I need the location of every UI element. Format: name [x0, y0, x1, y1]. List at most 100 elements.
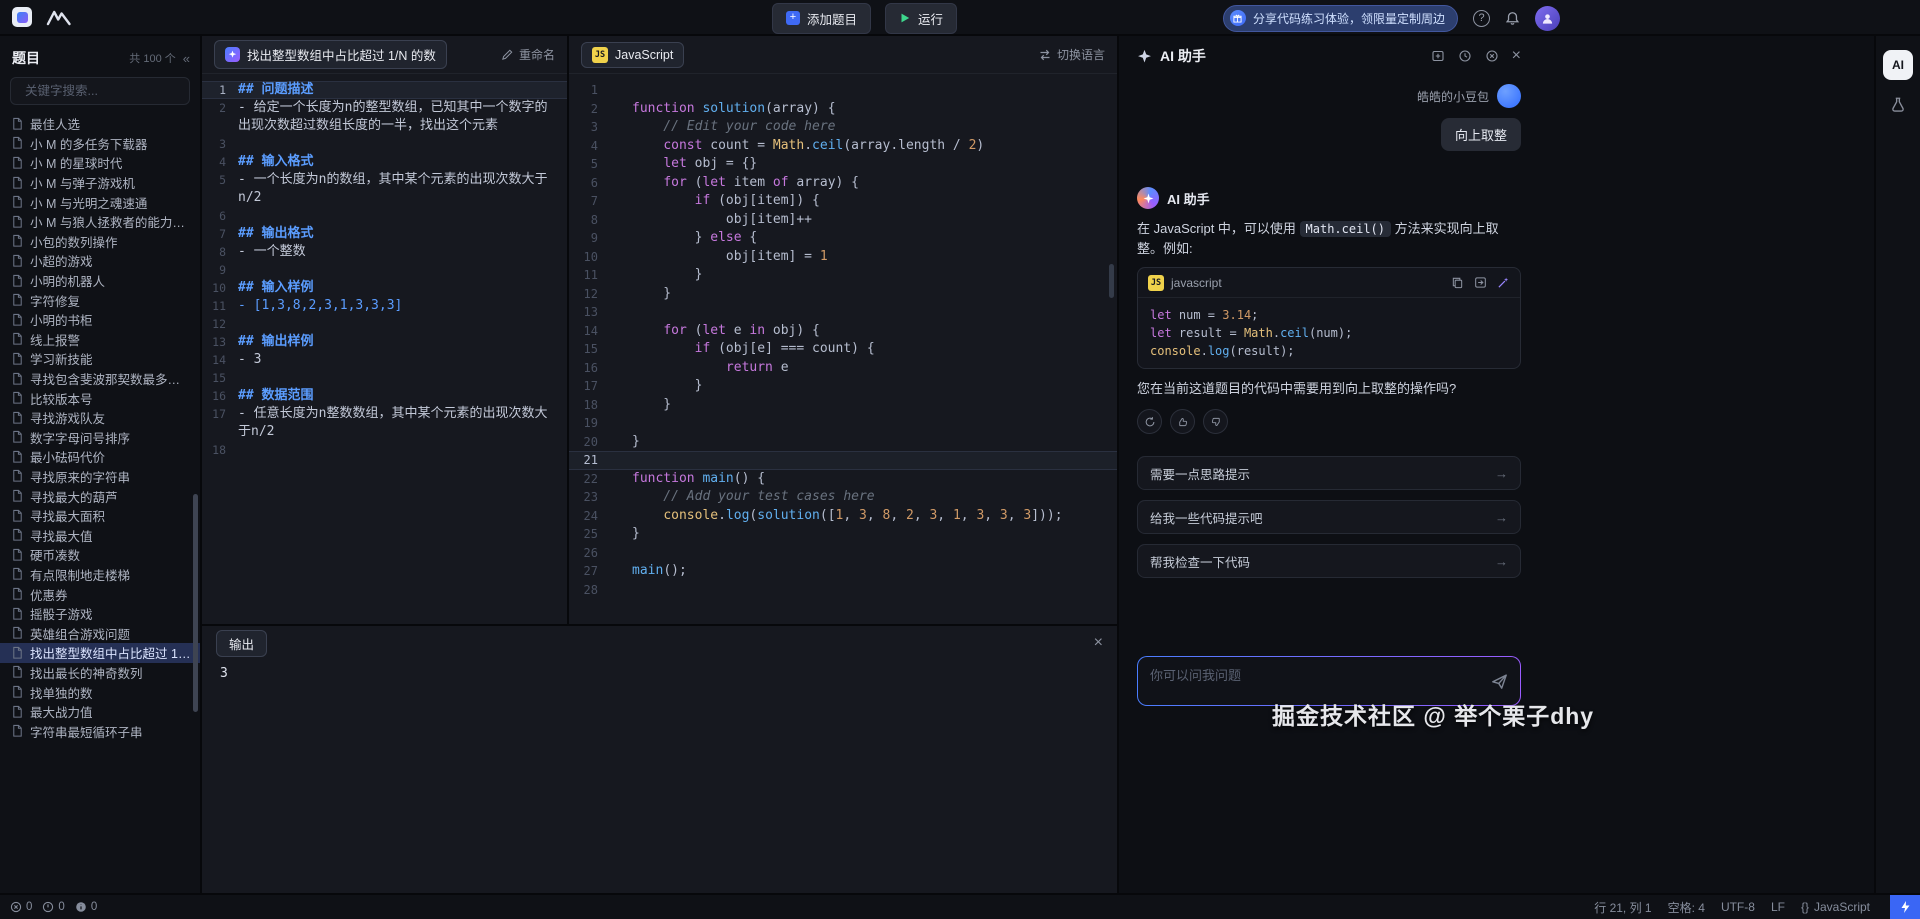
cursor-position[interactable]: 行 21, 列 1 [1594, 899, 1651, 916]
encoding[interactable]: UTF-8 [1721, 900, 1755, 914]
close-ai-icon[interactable]: × [1512, 48, 1521, 64]
suggestion-chip[interactable]: 需要一点思路提示→ [1137, 456, 1521, 490]
description-line[interactable]: 3 [202, 135, 567, 153]
indentation[interactable]: 空格: 4 [1668, 899, 1705, 916]
sidebar-item[interactable]: 最大战力值 [0, 702, 200, 722]
apply-wand-icon[interactable] [1497, 276, 1510, 289]
sidebar-item[interactable]: 小 M 的多任务下载器 [0, 134, 200, 154]
code-line[interactable]: 10 obj[item] = 1 [569, 248, 1117, 267]
description-line[interactable]: 4## 输入格式 [202, 153, 567, 171]
sidebar-item[interactable]: 寻找最大的葫芦 [0, 486, 200, 506]
code-line[interactable]: 22function main() { [569, 470, 1117, 489]
code-line[interactable]: 19 [569, 414, 1117, 433]
promo-banner[interactable]: 分享代码练习体验，领限量定制周边 [1223, 5, 1458, 32]
thumbs-up-button[interactable] [1170, 409, 1195, 434]
sidebar-scrollbar[interactable] [193, 494, 198, 712]
copy-icon[interactable] [1451, 276, 1464, 289]
collapse-sidebar-icon[interactable]: « [183, 51, 190, 66]
suggestion-chip[interactable]: 帮我检查一下代码→ [1137, 544, 1521, 578]
sidebar-item[interactable]: 英雄组合游戏问题 [0, 623, 200, 643]
sidebar-item[interactable]: 硬币凑数 [0, 545, 200, 565]
search-input[interactable] [25, 84, 186, 98]
sidebar-item[interactable]: 字符串最短循环子串 [0, 721, 200, 741]
code-line[interactable]: 24 console.log(solution([1, 3, 8, 2, 3, … [569, 507, 1117, 526]
code-line[interactable]: 14 for (let e in obj) { [569, 322, 1117, 341]
code-line[interactable]: 11 } [569, 266, 1117, 285]
code-line[interactable]: 1 [569, 81, 1117, 100]
add-problem-button[interactable]: + 添加题目 [772, 3, 871, 34]
sidebar-item[interactable]: 小 M 与弹子游戏机 [0, 173, 200, 193]
sidebar-item[interactable]: 找单独的数 [0, 682, 200, 702]
new-chat-icon[interactable] [1431, 49, 1445, 63]
code-line[interactable]: 15 if (obj[e] === count) { [569, 340, 1117, 359]
code-line[interactable]: 9 } else { [569, 229, 1117, 248]
language-mode[interactable]: {} JavaScript [1801, 900, 1870, 914]
code-line[interactable]: 6 for (let item of array) { [569, 174, 1117, 193]
sidebar-item[interactable]: 寻找原来的字符串 [0, 467, 200, 487]
code-line[interactable]: 21 [569, 451, 1117, 470]
switch-language-button[interactable]: 切换语言 [1038, 46, 1105, 63]
description-line[interactable]: 13## 输出样例 [202, 333, 567, 351]
description-line[interactable]: 7## 输出格式 [202, 225, 567, 243]
code-line[interactable]: 27main(); [569, 562, 1117, 581]
code-line[interactable]: 28 [569, 581, 1117, 600]
code-line[interactable]: 2function solution(array) { [569, 100, 1117, 119]
bell-icon[interactable] [1505, 11, 1520, 26]
description-line[interactable]: 1## 问题描述 [202, 81, 567, 99]
code-editor[interactable]: 12function solution(array) {3 // Edit yo… [569, 74, 1117, 599]
info-indicator[interactable]: 0 [75, 901, 97, 913]
sidebar-item[interactable]: 寻找包含斐波那契数最多的链表 [0, 369, 200, 389]
sidebar-item[interactable]: 优惠券 [0, 584, 200, 604]
description-line[interactable]: 9 [202, 261, 567, 279]
description-line[interactable]: 18 [202, 441, 567, 459]
description-line[interactable]: 15 [202, 369, 567, 387]
sidebar-item[interactable]: 寻找游戏队友 [0, 408, 200, 428]
sidebar-item[interactable]: 小 M 与狼人拯救者的能力选择 [0, 212, 200, 232]
description-line[interactable]: 12 [202, 315, 567, 333]
sidebar-item[interactable]: 小 M 与光明之魂速通 [0, 192, 200, 212]
sidebar-item[interactable]: 小明的书柜 [0, 310, 200, 330]
flask-icon[interactable] [1889, 96, 1907, 114]
sidebar-item[interactable]: 找出整型数组中占比超过 1/N ... [0, 643, 200, 663]
insert-code-icon[interactable] [1474, 276, 1487, 289]
sidebar-item[interactable]: 寻找最大值 [0, 525, 200, 545]
language-tab[interactable]: JS JavaScript [581, 42, 684, 68]
sidebar-item[interactable]: 数字字母问号排序 [0, 428, 200, 448]
sidebar-item[interactable]: 最佳人选 [0, 114, 200, 134]
sidebar-item[interactable]: 有点限制地走楼梯 [0, 565, 200, 585]
code-line[interactable]: 7 if (obj[item]) { [569, 192, 1117, 211]
sidebar-item[interactable]: 线上报警 [0, 330, 200, 350]
code-line[interactable]: 23 // Add your test cases here [569, 488, 1117, 507]
code-line[interactable]: 5 let obj = {} [569, 155, 1117, 174]
close-output-icon[interactable]: × [1094, 635, 1103, 651]
description-line[interactable]: 6 [202, 207, 567, 225]
sidebar-item[interactable]: 小包的数列操作 [0, 232, 200, 252]
code-line[interactable]: 26 [569, 544, 1117, 563]
feedback-corner-button[interactable] [1890, 895, 1920, 919]
code-line[interactable]: 12 } [569, 285, 1117, 304]
errors-indicator[interactable]: 0 [10, 901, 32, 913]
code-line[interactable]: 16 return e [569, 359, 1117, 378]
ai-tool-button[interactable]: AI [1883, 50, 1913, 80]
description-line[interactable]: 16## 数据范围 [202, 387, 567, 405]
sidebar-item[interactable]: 最小砝码代价 [0, 447, 200, 467]
sessions-icon[interactable] [1485, 49, 1499, 63]
description-line[interactable]: 14- 3 [202, 351, 567, 369]
regenerate-button[interactable] [1137, 409, 1162, 434]
warnings-indicator[interactable]: 0 [42, 901, 64, 913]
app-logo[interactable] [12, 7, 32, 27]
eol[interactable]: LF [1771, 900, 1785, 914]
mountain-logo[interactable] [46, 9, 72, 26]
problem-title-box[interactable]: 找出整型数组中占比超过 1/N 的数 [214, 40, 447, 69]
history-icon[interactable] [1458, 49, 1472, 63]
rename-button[interactable]: 重命名 [501, 46, 555, 63]
description-line[interactable]: 5- 一个长度为n的数组，其中某个元素的出现次数大于n/2 [202, 171, 567, 207]
sidebar-item[interactable]: 比较版本号 [0, 388, 200, 408]
output-tab[interactable]: 输出 [216, 630, 267, 657]
sidebar-item[interactable]: 学习新技能 [0, 349, 200, 369]
description-line[interactable]: 11- [1,3,8,2,3,1,3,3,3] [202, 297, 567, 315]
sidebar-item[interactable]: 摇骰子游戏 [0, 604, 200, 624]
code-line[interactable]: 20} [569, 433, 1117, 452]
thumbs-down-button[interactable] [1203, 409, 1228, 434]
sidebar-item[interactable]: 字符修复 [0, 290, 200, 310]
